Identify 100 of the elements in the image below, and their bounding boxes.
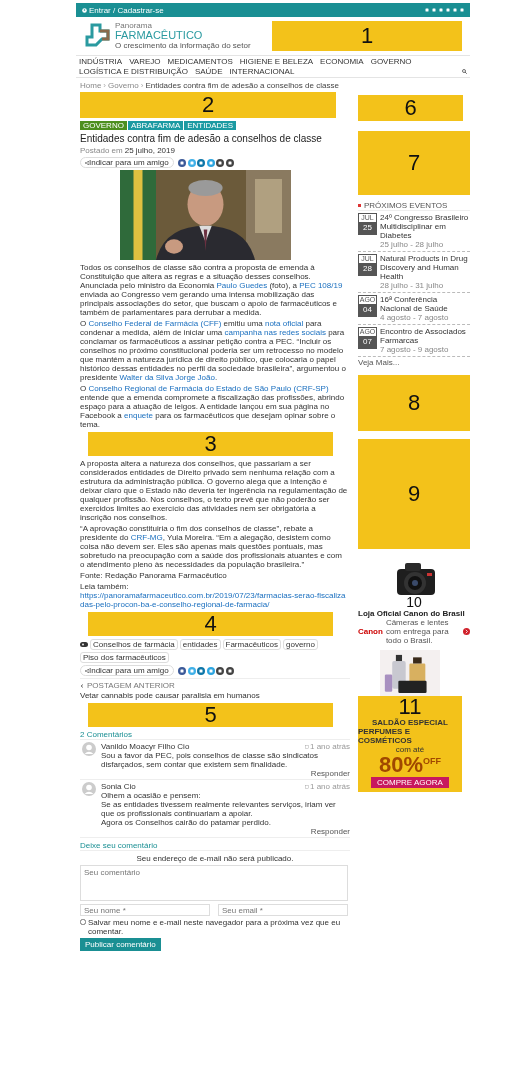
event-dates: 28 julho - 31 julho bbox=[380, 281, 445, 290]
submit-button[interactable]: Publicar comentário bbox=[80, 938, 161, 951]
comment-time: 1 ano atrás bbox=[309, 782, 350, 791]
events-heading: PRÓXIMOS EVENTOS bbox=[364, 201, 448, 210]
tag-link[interactable]: entidades bbox=[179, 639, 221, 650]
ad-number: 6 bbox=[404, 97, 417, 119]
breadcrumb-separator: › bbox=[140, 81, 144, 90]
paragraph: A proposta altera a natureza dos conselhos, que passariam a ser considerados entidades de Direito privado sem nenhuma relação com a estrutura da administração pública. O governo alega que a intenção é deixar claro que o Estado não deveria ter ingerência na regulamentação de qualquer profissão. Nos conselhos, o texto prevê que não poderão ser exercidos limites ao exercício das atividades nem ser obrigatória a inscrição nos conselhos. bbox=[80, 459, 348, 522]
paragraph: Leia também: https://panoramafarmaceutico.com.br/2019/07/23/farmacias-serao-fiscalizadas-pelo-procon-ba-e-conselho-regional-de-farmacia/ bbox=[80, 582, 348, 609]
ad-banner[interactable]: 2 bbox=[80, 92, 336, 118]
text-link[interactable]: Conselho Federal de Farmácia (CFF) bbox=[88, 319, 222, 328]
paragraph: O Conselho Federal de Farmácia (CFF) emitiu uma nota oficial para condenar a medida, além de iniciar uma campanha nas redes sociais para conclamar os farmacêuticos a assinar petição contra a PEC. “Incluir os conselhos no próximo constitucional poderia ser um retrocesso no modelo que mantém a natureza jurídica de direito público, que colocaria o papel histórico dessas entidades no perfil da sociedade brasileira”, argumentou o presidente Walter da Silva Jorge João. bbox=[80, 319, 347, 382]
ad-number: 3 bbox=[204, 433, 217, 455]
comment-text: Sou a favor da PEC, pois conselhos de classe são sindicatos disfarçados, sem contar que existem sem finalidade. bbox=[101, 751, 319, 769]
ad-banner[interactable]: 6 bbox=[358, 95, 463, 121]
ad-banner[interactable]: 1 bbox=[272, 21, 462, 51]
comment-field[interactable]: Seu comentário bbox=[80, 865, 348, 901]
text-link[interactable]: CRF-MG bbox=[130, 533, 163, 542]
tag-link[interactable]: Farmacêuticos bbox=[222, 639, 281, 650]
posted-label: Postado em bbox=[80, 146, 123, 155]
avatar-icon bbox=[82, 742, 96, 756]
share-icon bbox=[85, 668, 89, 673]
nav-link[interactable]: HIGIENE E BELEZA bbox=[239, 57, 314, 66]
nav-link[interactable]: VAREJO bbox=[129, 57, 161, 66]
tag-icon bbox=[80, 642, 88, 647]
ad-banner[interactable]: 8 bbox=[358, 375, 470, 431]
ad-text: Câmeras e lentes com entrega para todo o Brasil. bbox=[385, 618, 450, 645]
text-link[interactable]: enquete bbox=[124, 411, 153, 420]
nav-link[interactable]: LOGÍSTICA E DISTRIBUIÇÃO bbox=[79, 67, 188, 76]
ad-banner[interactable]: 10 Loja Oficial Canon do Brasil Canon Câmeras e lentes com entrega para todo o Brasil. bbox=[358, 555, 470, 645]
event-dates: 25 julho - 28 julho bbox=[380, 240, 445, 249]
login-link[interactable]: Entrar / Cadastrar-se bbox=[89, 5, 164, 15]
nav-link[interactable]: MEDICAMENTOS bbox=[167, 57, 233, 66]
user-icon bbox=[82, 7, 87, 13]
ad-headline: SALDÃO ESPECIAL bbox=[372, 718, 448, 727]
event-dates: 7 agosto - 9 agosto bbox=[380, 345, 450, 354]
discount-label: OFF bbox=[423, 756, 441, 766]
ad-banner[interactable]: 7 bbox=[358, 131, 470, 195]
reply-link[interactable]: Responder bbox=[310, 827, 350, 836]
event-link[interactable]: Natural Products in Drug Discovery and Human Health bbox=[380, 254, 470, 281]
ad-number: 9 bbox=[407, 483, 421, 505]
logo-text: Panorama bbox=[115, 22, 152, 30]
calendar-icon bbox=[304, 744, 309, 749]
ad-number: 5 bbox=[204, 704, 217, 726]
url-link[interactable]: https://panoramafarmaceutico.com.br/2019/07/23/farmacias-serao-fiscalizadas-pelo-procon-ba-e-conselho-regional-de-farmacia/ bbox=[80, 591, 348, 609]
tag-link[interactable]: Conselhos de farmácia bbox=[90, 639, 178, 650]
event-day: 04 bbox=[359, 304, 376, 316]
shop-button[interactable]: COMPRE AGORA bbox=[371, 777, 449, 788]
event-link[interactable]: 24º Congresso Brasileiro Multidisciplinar em Diabetes bbox=[380, 213, 470, 240]
more-events-link[interactable]: Veja Mais... bbox=[358, 358, 470, 367]
category-tag[interactable]: GOVERNO bbox=[80, 121, 127, 130]
ad-banner[interactable]: 9 bbox=[358, 439, 470, 549]
paragraph: O Conselho Regional de Farmácia do Estado de São Paulo (CRF-SP) entende que a emenda compromete a fiscalização das profissões, abrindo espaço para a atuação de leigos. A entidade lançou em sua página no Facebook a enquete para os farmacêuticos que desejam opinar sobre o tema. bbox=[80, 384, 346, 429]
comment-time: 1 ano atrás bbox=[309, 742, 350, 751]
nav-link[interactable]: ECONOMIA bbox=[320, 57, 364, 66]
ad-banner[interactable]: 4 bbox=[88, 612, 333, 636]
ad-number: 7 bbox=[407, 152, 421, 174]
breadcrumb-current: Entidades contra fim de adesão a conselhos de classe bbox=[145, 81, 339, 90]
comments-heading: 2 Comentários bbox=[80, 730, 133, 739]
text-link[interactable]: Walter da Silva Jorge João bbox=[119, 373, 215, 382]
ad-number: 2 bbox=[201, 94, 215, 116]
comment-author: Vanildo Moacyr Filho Cio bbox=[101, 742, 190, 751]
ad-number: 11 bbox=[398, 696, 422, 718]
email-field[interactable]: Seu email * bbox=[218, 904, 348, 916]
text-link[interactable]: Paulo Guedes bbox=[216, 281, 268, 290]
nav-link[interactable]: GOVERNO bbox=[370, 57, 412, 66]
event-link[interactable]: 16ª Conferência Nacional de Saúde bbox=[380, 295, 470, 313]
paragraph: Todos os conselhos de classe são contra a proposta de emenda à Constituição que altera as regras e a situação desses conselhos. Anunciada pelo ministro da Economia Paulo Guedes (foto), a PEC 108/19 enviada ao Congresso vem gerando uma intensa mobilização das principais associações do setor, que buscam o apoio de farmacêuticos e também de parlamentares para derrubar a medida. bbox=[80, 263, 344, 317]
logo-cross-icon bbox=[84, 23, 112, 49]
event-day: 28 bbox=[359, 263, 376, 275]
breadcrumb-link[interactable]: Home bbox=[80, 81, 102, 90]
event-link[interactable]: Encontro de Associados Farmarcas bbox=[380, 327, 470, 345]
text-link[interactable]: campanha nas redes sociais bbox=[224, 328, 326, 337]
nav-link[interactable]: INTERNACIONAL bbox=[229, 67, 295, 76]
text-link[interactable]: Conselho Regional de Farmácia do Estado de São Paulo (CRF-SP) bbox=[88, 384, 329, 393]
reply-link[interactable]: Responder bbox=[310, 769, 350, 778]
event-day: 07 bbox=[359, 336, 376, 348]
arrow-right-icon bbox=[463, 628, 470, 635]
nav-link[interactable]: SAÚDE bbox=[194, 67, 223, 76]
ad-banner[interactable]: 5 bbox=[88, 703, 333, 727]
name-field[interactable]: Seu nome * bbox=[80, 904, 210, 916]
discount-value: 80% bbox=[378, 754, 423, 776]
ad-title: Loja Oficial Canon do Brasil bbox=[358, 609, 465, 618]
form-note: Seu endereço de e-mail não será publicado. bbox=[135, 854, 295, 863]
logo-title: FARMACÊUTICO bbox=[115, 30, 204, 41]
search-icon[interactable] bbox=[462, 69, 467, 74]
ad-number: 10 bbox=[406, 595, 422, 609]
previous-label: POSTAGEM ANTERIOR bbox=[87, 681, 175, 690]
breadcrumb-link[interactable]: Governo bbox=[108, 81, 139, 90]
tag-link[interactable]: Piso dos farmacêuticos bbox=[80, 652, 169, 663]
text-link[interactable]: nota oficial bbox=[264, 319, 304, 328]
form-heading: Deixe seu comentário bbox=[80, 841, 158, 850]
tag-link[interactable]: governo bbox=[283, 639, 318, 650]
comment-text: Agora os Conselhos cairão do patamar perdido. bbox=[101, 818, 272, 827]
square-icon bbox=[358, 204, 361, 207]
save-checkbox[interactable] bbox=[80, 919, 86, 925]
nav-link[interactable]: INDÚSTRIA bbox=[79, 57, 123, 66]
previous-post-link[interactable]: Vetar cannabis pode causar paralisia em humanos bbox=[80, 691, 350, 700]
text-link[interactable]: PEC 108/19 bbox=[299, 281, 343, 290]
ad-banner[interactable]: 3 bbox=[88, 432, 333, 456]
